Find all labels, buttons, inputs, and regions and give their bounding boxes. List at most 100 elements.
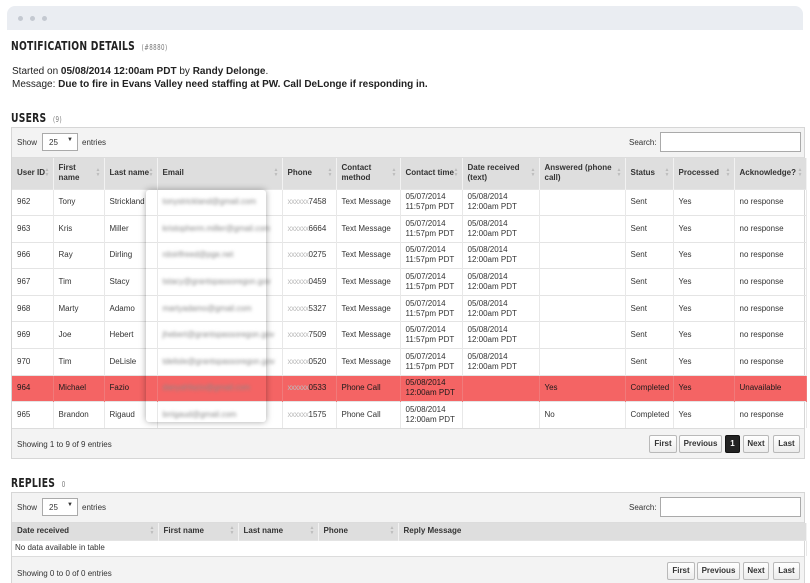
first-name-cell-text: Marty [58, 303, 79, 313]
contact-date: 05/07/2014 [405, 218, 446, 228]
page-1-button[interactable]: 1 [725, 435, 740, 454]
previous-page-button[interactable]: Previous [697, 562, 740, 580]
page-size-select[interactable]: 25 ▼ [42, 133, 78, 151]
contact-method-cell: Text Message [336, 188, 401, 216]
column-header-contact-time[interactable]: Contact time ▲ ▼ [400, 158, 463, 189]
table-row[interactable]: 967 Tim Stacy tstacy@grantspassoregon.gov xx… [12, 268, 807, 296]
phone-mask: xxxxxx [287, 303, 310, 313]
column-header-first-name[interactable]: First name ▲ ▼ [53, 158, 105, 189]
empty-row: No data available in table [12, 539, 807, 556]
received-date: 05/08/2014 [467, 192, 508, 202]
previous-page-button[interactable]: Previous [679, 435, 722, 454]
contact-method-cell: Text Message [336, 294, 401, 322]
acknowledge-cell: Unavailable [734, 374, 807, 402]
last-name-cell: Rigaud [104, 401, 158, 429]
phone-last-digits: 0459 [308, 277, 327, 287]
contact-time: 11:57pm PDT [405, 282, 455, 292]
last-page-button[interactable]: Last [773, 562, 800, 580]
sort-icon: ▲ ▼ [453, 167, 459, 179]
column-header-last-name[interactable]: Last name ▲ ▼ [238, 523, 319, 540]
table-row[interactable]: 969 Joe Hebert jhebert@grantspassoregon.gov… [12, 321, 807, 349]
date-received-cell: 05/08/2014 12:00am PDT [462, 268, 540, 296]
sort-icon: ▲ ▼ [44, 167, 50, 179]
last-page-button[interactable]: Last [773, 435, 800, 454]
column-header-email[interactable]: Email ▲ ▼ [157, 158, 283, 189]
column-header-reply-message[interactable]: Reply Message [398, 523, 807, 540]
phone-cell: xxxxxx0459 [282, 268, 337, 296]
contact-method-cell: Text Message [336, 241, 401, 269]
column-header-last-name[interactable]: Last name ▲ ▼ [104, 158, 158, 189]
table-row[interactable]: 965 Brandon Rigaud brrigaud@gmail.com xxxxxx… [12, 401, 807, 429]
contact-time: 12:00am PDT [405, 415, 455, 425]
table-row[interactable]: 966 Ray Dirling rdoirlfreed@pge.net xxxxxx02… [12, 241, 807, 269]
column-header-answered-phone-call[interactable]: Answered (phone call) ▲ ▼ [539, 158, 626, 189]
processed-cell-text: Yes [678, 277, 692, 287]
started-by: Randy Delonge [192, 66, 266, 77]
email-cell: rdoirlfreed@pge.net [157, 241, 283, 269]
contact-time: 12:00am PDT [405, 388, 455, 398]
phone-cell: xxxxxx5327 [282, 294, 337, 322]
first-page-button[interactable]: First [667, 562, 695, 580]
last-name-cell-text: Miller [109, 223, 129, 233]
last-name-cell-text: Hebert [109, 330, 134, 340]
contact-method-cell: Text Message [336, 321, 401, 349]
last-name-cell-text: DeLisle [109, 356, 137, 366]
column-header-first-name[interactable]: First name ▲ ▼ [158, 523, 239, 540]
answered-cell [539, 241, 626, 269]
processed-cell-text: Yes [678, 383, 692, 393]
replies-count: 0 [61, 480, 66, 489]
contact-method-text: Text Message [341, 356, 391, 366]
acknowledge-cell-text: no response [739, 277, 784, 287]
received-date: 05/08/2014 [467, 272, 508, 282]
phone-last-digits: 0533 [308, 383, 327, 393]
phone-mask: xxxxxx [287, 277, 310, 287]
processed-cell: Yes [673, 215, 735, 243]
table-row[interactable]: 970 Tim DeLisle tdelisle@grantspassoregon.g… [12, 348, 807, 376]
replies-toolbar: Show 25 ▼ entries Search: [12, 493, 804, 523]
answered-cell [539, 321, 626, 349]
column-header-label: Last name [243, 526, 284, 536]
first-page-button[interactable]: First [649, 435, 677, 454]
last-name-cell: Stacy [104, 268, 158, 296]
status-cell-text: Sent [630, 250, 647, 260]
email-text: rdoirlfreed@pge.net [162, 250, 234, 260]
users-search-input[interactable] [660, 132, 801, 152]
answered-cell [539, 188, 626, 216]
status-cell-text: Sent [630, 330, 647, 340]
table-row[interactable]: 968 Marty Adamo martyadamo@gmail.com xxxxxx5… [12, 294, 807, 322]
processed-cell-text: Yes [678, 410, 692, 420]
contact-time: 11:57pm PDT [405, 308, 455, 318]
next-page-button[interactable]: Next [743, 435, 769, 454]
column-header-acknowledge[interactable]: Acknowledge? ▲ ▼ [734, 158, 807, 189]
started-line: Started on 05/08/2014 12:00am PDT by Ran… [12, 66, 268, 77]
answered-cell: Yes [539, 374, 626, 402]
replies-page-size-select[interactable]: 25 ▼ [42, 498, 78, 516]
first-name-cell-text: Tony [58, 197, 76, 207]
acknowledge-cell: no response [734, 215, 807, 243]
next-page-button[interactable]: Next [743, 562, 769, 580]
column-header-date-received[interactable]: Date received ▲ ▼ [12, 523, 159, 540]
user-id-cell-text: 966 [17, 250, 31, 260]
column-header-contact-method[interactable]: Contact method ▲ ▼ [336, 158, 401, 189]
column-header-phone[interactable]: Phone ▲ ▼ [318, 523, 399, 540]
replies-table: Date received ▲ ▼ First name ▲ ▼ Last name ▲ ▼ Ph… [12, 523, 807, 556]
replies-search-input[interactable] [660, 497, 801, 517]
table-row[interactable]: 962 Tony Strickland tonystrickland@gmail.co… [12, 188, 807, 216]
search-label: Search: [629, 503, 657, 512]
acknowledge-cell-text: no response [739, 250, 784, 260]
first-name-cell: Tony [53, 188, 105, 216]
column-header-phone[interactable]: Phone ▲ ▼ [282, 158, 337, 189]
column-header-status[interactable]: Status ▲ ▼ [625, 158, 674, 189]
dropdown-arrow-icon: ▼ [67, 502, 73, 508]
column-header-user-id[interactable]: User ID ▲ ▼ [12, 158, 54, 189]
column-header-date-received-text[interactable]: Date received (text) ▲ ▼ [462, 158, 540, 189]
table-row[interactable]: 963 Kris Miller kristopherm.miller@gmail.co… [12, 215, 807, 243]
table-row[interactable]: 964 Michael Fazio danyahfazio@gmail.com xxxx… [12, 374, 807, 402]
page-size-value: 25 [49, 503, 58, 512]
received-date: 05/08/2014 [467, 325, 508, 335]
received-date: 05/08/2014 [467, 351, 508, 361]
entries-label: entries [82, 138, 107, 147]
email-text: tdelisle@grantspassoregon.gov [162, 356, 275, 366]
email-cell: martyadamo@gmail.com [157, 294, 283, 322]
column-header-processed[interactable]: Processed ▲ ▼ [673, 158, 735, 189]
